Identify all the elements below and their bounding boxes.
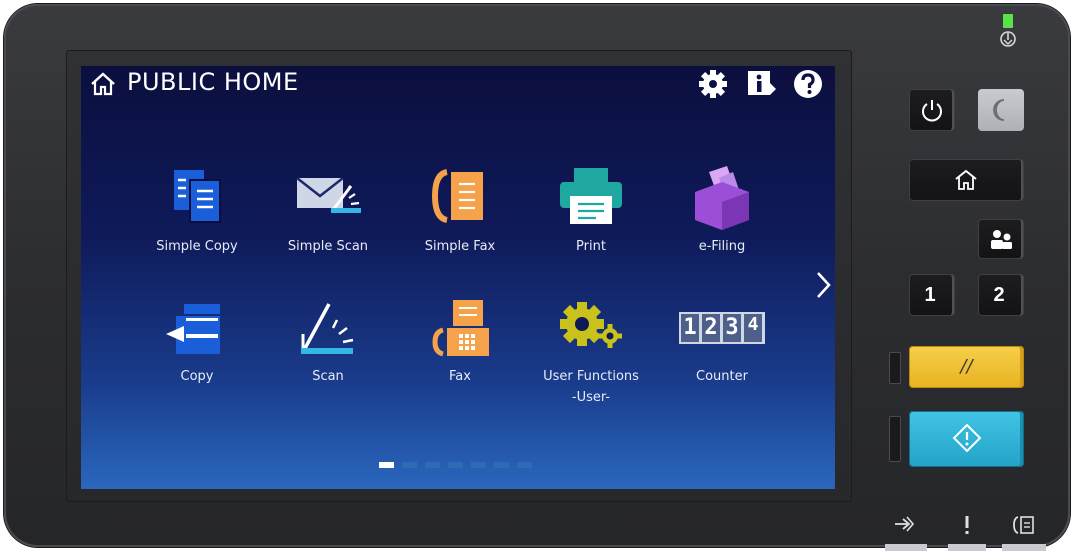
e-filing-icon	[695, 166, 749, 230]
app-label: e-Filing	[698, 239, 746, 254]
clear-button[interactable]: //	[909, 346, 1024, 388]
copy-icon	[166, 304, 220, 354]
user-functions-icon	[560, 302, 622, 348]
app-label: User Functions	[543, 369, 639, 384]
counter-icon: 1 2 3 4	[679, 294, 765, 364]
app-label: Scan	[312, 369, 344, 384]
user-key-icon	[991, 230, 1012, 249]
power-led	[1003, 14, 1013, 28]
app-label: Simple Scan	[287, 239, 369, 254]
start-diamond-icon	[952, 423, 982, 453]
page-dot-active[interactable]	[379, 462, 394, 468]
home-icon[interactable]	[89, 72, 117, 96]
moon-icon	[993, 99, 1005, 121]
app-label: Copy	[180, 369, 214, 384]
app-label: Simple Copy	[156, 239, 238, 254]
start-button[interactable]	[909, 411, 1024, 467]
app-label: Print	[576, 239, 606, 254]
energy-saver-button[interactable]	[978, 89, 1024, 131]
page-dot[interactable]	[471, 462, 486, 468]
memory-key-1-label: 1	[924, 284, 936, 306]
main-power-icon	[1000, 31, 1016, 47]
app-simple-copy[interactable]: Simple Copy	[142, 164, 252, 257]
fax-icon	[432, 300, 489, 357]
page-dot[interactable]	[494, 462, 509, 468]
start-indicator	[889, 416, 901, 462]
clear-indicator	[889, 352, 901, 384]
login-icon	[895, 516, 915, 532]
top-bar: PUBLIC HOME	[81, 66, 835, 104]
help-icon[interactable]	[793, 69, 823, 99]
page-dot[interactable]	[448, 462, 463, 468]
app-e-filing[interactable]: e-Filing	[667, 164, 777, 257]
counter-digit: 4	[744, 314, 762, 342]
page-dot[interactable]	[402, 462, 417, 468]
counter-digit: 2	[702, 314, 720, 342]
app-simple-scan[interactable]: Simple Scan	[273, 164, 383, 257]
home-button[interactable]	[909, 159, 1024, 201]
memory-key-2-button[interactable]: 2	[978, 274, 1024, 316]
user-access-button[interactable]	[978, 219, 1024, 259]
indicator-strip	[885, 544, 927, 551]
power-button[interactable]	[909, 89, 955, 131]
app-label: Counter	[696, 369, 748, 384]
page-dot[interactable]	[425, 462, 440, 468]
app-simple-fax[interactable]: Simple Fax	[405, 164, 515, 257]
fax-line-icon	[1013, 516, 1034, 534]
print-icon	[560, 168, 622, 224]
app-copy[interactable]: Copy	[142, 294, 252, 387]
counter-digit: 1	[681, 314, 699, 342]
indicator-strip	[948, 544, 986, 551]
app-fax[interactable]: Fax	[405, 294, 515, 387]
memory-key-2-label: 2	[993, 284, 1005, 306]
indicator-strip	[1002, 544, 1046, 551]
app-counter[interactable]: 1 2 3 4 Counter	[667, 294, 777, 387]
app-label: Simple Fax	[424, 239, 496, 254]
counter-digit: 3	[723, 314, 741, 342]
app-print[interactable]: Print	[536, 164, 646, 257]
app-label: Fax	[449, 369, 471, 384]
next-page-arrow-icon[interactable]	[815, 270, 833, 300]
info-icon[interactable]	[746, 69, 776, 99]
app-scan[interactable]: Scan	[273, 294, 383, 387]
app-user-functions[interactable]: User Functions -User-	[536, 294, 646, 408]
simple-fax-icon	[431, 169, 483, 223]
clear-symbol: //	[960, 356, 973, 377]
scan-icon	[301, 303, 354, 354]
error-icon	[965, 516, 969, 534]
home-icon	[955, 169, 977, 190]
memory-key-1-button[interactable]: 1	[909, 274, 955, 316]
power-icon	[922, 100, 942, 122]
simple-scan-icon	[296, 177, 361, 213]
page-dot[interactable]	[517, 462, 532, 468]
page-title: PUBLIC HOME	[127, 68, 299, 96]
touch-screen: PUBLIC HOME Simple Copy Simple Scan Simp…	[81, 66, 835, 489]
app-label-line2: -User-	[571, 390, 611, 405]
simple-copy-icon	[174, 170, 221, 223]
gear-icon[interactable]	[698, 69, 728, 99]
